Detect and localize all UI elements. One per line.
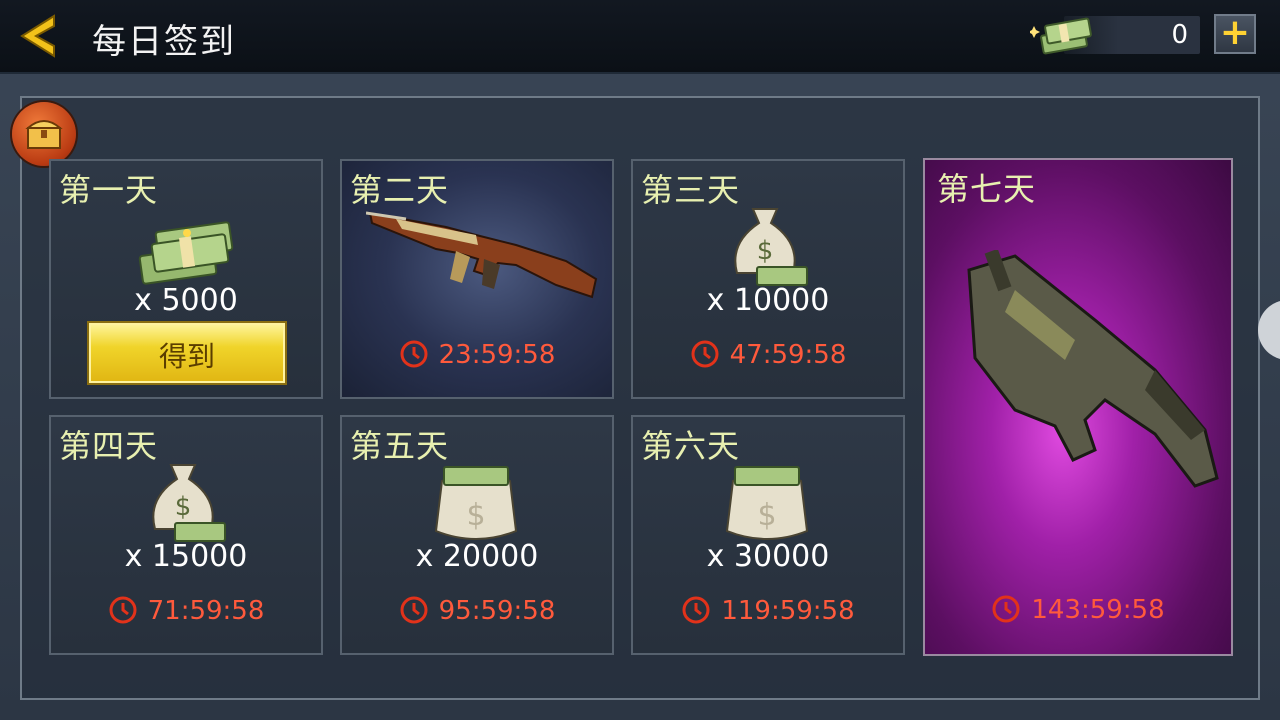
day-card-6[interactable]: 第六天 $ x 30000 119:59:58 bbox=[631, 415, 905, 655]
money-bag-full-icon: $ bbox=[434, 466, 518, 540]
countdown-timer: 23:59:58 bbox=[342, 339, 612, 370]
reward-quantity: x 20000 bbox=[415, 539, 539, 574]
clock-icon bbox=[109, 596, 137, 624]
back-button[interactable] bbox=[14, 12, 66, 60]
money-bag-full-icon: $ bbox=[725, 466, 809, 540]
cash-stack-icon bbox=[138, 221, 234, 285]
day-label: 第一天 bbox=[59, 171, 159, 209]
cash-stack-icon bbox=[1030, 17, 1092, 55]
svg-text:$: $ bbox=[466, 498, 485, 533]
money-bag-icon: $ bbox=[152, 464, 226, 542]
day-card-3[interactable]: 第三天 $ x 10000 47:59:58 bbox=[631, 159, 905, 399]
svg-text:$: $ bbox=[175, 492, 192, 522]
claim-label: 得到 bbox=[158, 340, 215, 373]
day-card-7[interactable]: 第七天 143:59:58 bbox=[923, 158, 1233, 656]
clock-icon bbox=[682, 596, 710, 624]
money-bag-icon: $ bbox=[734, 208, 808, 286]
countdown-timer: 143:59:58 bbox=[925, 594, 1231, 625]
timer-text: 47:59:58 bbox=[729, 340, 847, 370]
side-drawer-handle[interactable] bbox=[1258, 300, 1280, 360]
day-card-2[interactable]: 第二天 23:59:58 bbox=[340, 159, 614, 399]
currency-value: 0 bbox=[1171, 20, 1188, 50]
add-currency-button[interactable]: + bbox=[1214, 12, 1256, 54]
chest-glyph bbox=[25, 120, 63, 149]
day-card-1[interactable]: 第一天 x 5000 得到 bbox=[49, 159, 323, 399]
countdown-timer: 71:59:58 bbox=[51, 595, 321, 626]
timer-text: 143:59:58 bbox=[1031, 595, 1165, 625]
timer-text: 119:59:58 bbox=[721, 596, 855, 626]
clock-icon bbox=[992, 595, 1020, 623]
ak47-rifle-icon bbox=[366, 211, 598, 299]
currency-display: 0 bbox=[1030, 14, 1202, 56]
back-arrow-icon bbox=[20, 14, 55, 58]
svg-text:$: $ bbox=[757, 236, 774, 266]
reward-quantity: x 15000 bbox=[124, 539, 248, 574]
timer-text: 95:59:58 bbox=[438, 596, 556, 626]
svg-text:$: $ bbox=[757, 498, 776, 533]
claim-button[interactable]: 得到 bbox=[87, 321, 287, 385]
day-card-5[interactable]: 第五天 $ x 20000 95:59:58 bbox=[340, 415, 614, 655]
countdown-timer: 95:59:58 bbox=[342, 595, 612, 626]
day-card-4[interactable]: 第四天 $ x 15000 71:59:58 bbox=[49, 415, 323, 655]
reward-quantity: x 5000 bbox=[134, 283, 238, 318]
clock-icon bbox=[400, 340, 428, 368]
reward-quantity: x 30000 bbox=[706, 539, 830, 574]
plus-icon: + bbox=[1219, 12, 1251, 53]
countdown-timer: 119:59:58 bbox=[633, 595, 903, 626]
timer-text: 23:59:58 bbox=[438, 340, 556, 370]
page-title: 每日签到 bbox=[92, 22, 236, 62]
countdown-timer: 47:59:58 bbox=[633, 339, 903, 370]
reward-quantity: x 10000 bbox=[706, 283, 830, 318]
clock-icon bbox=[400, 596, 428, 624]
treasure-chest-icon[interactable] bbox=[12, 102, 76, 166]
day-label: 第七天 bbox=[937, 170, 1037, 208]
timer-text: 71:59:58 bbox=[147, 596, 265, 626]
clock-icon bbox=[691, 340, 719, 368]
ump-smg-icon bbox=[967, 250, 1219, 488]
top-bar: 每日签到 0 + bbox=[0, 0, 1280, 74]
